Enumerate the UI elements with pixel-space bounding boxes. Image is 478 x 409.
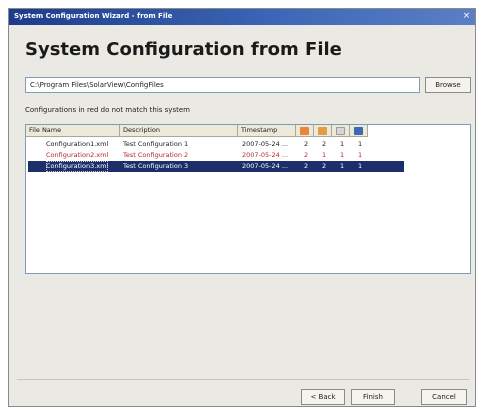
gray-sensor-icon (336, 127, 345, 135)
blue-display-icon (354, 127, 363, 135)
close-icon[interactable]: × (461, 11, 472, 22)
cell-timestamp: 2007-05-24 ... (242, 151, 289, 159)
configurations-table[interactable]: File Name Description Timestamp Configur… (25, 124, 471, 274)
cell-description: Test Configuration 2 (123, 151, 189, 159)
cell-count-3: 1 (340, 140, 345, 148)
cell-file-name: Configuration2.xml (46, 151, 109, 159)
column-header-icon-3[interactable] (332, 125, 350, 137)
table-row-selected[interactable]: Configuration3.xml Test Configuration 3 … (28, 161, 404, 172)
table-header: File Name Description Timestamp (26, 125, 406, 137)
cell-count-4: 1 (358, 162, 363, 170)
config-path-input[interactable]: C:\Program Files\SolarView\ConfigFiles (25, 77, 420, 93)
column-header-icon-4[interactable] (350, 125, 368, 137)
column-header-icon-2[interactable] (314, 125, 332, 137)
title-bar[interactable]: System Configuration Wizard - from File … (9, 9, 475, 25)
page-title: System Configuration from File (25, 39, 342, 60)
cell-count-4: 1 (358, 140, 363, 148)
column-header-description[interactable]: Description (120, 125, 238, 137)
cell-description: Test Configuration 3 (123, 162, 189, 170)
cell-count-2: 2 (322, 162, 327, 170)
table-row[interactable]: Configuration1.xml Test Configuration 1 … (28, 139, 404, 150)
cell-count-4: 1 (358, 151, 363, 159)
cell-count-1: 2 (304, 162, 309, 170)
orange-device-icon (300, 127, 309, 135)
cell-count-3: 1 (340, 151, 345, 159)
column-header-icon-1[interactable] (296, 125, 314, 137)
column-header-timestamp[interactable]: Timestamp (238, 125, 296, 137)
table-row[interactable]: Configuration2.xml Test Configuration 2 … (28, 150, 404, 161)
cell-count-1: 2 (304, 140, 309, 148)
finish-button[interactable]: Finish (351, 389, 395, 405)
cancel-button[interactable]: Cancel (421, 389, 467, 405)
back-button[interactable]: < Back (301, 389, 345, 405)
window-title: System Configuration Wizard - from File (14, 12, 173, 20)
cell-count-2: 2 (322, 140, 327, 148)
column-header-file-name[interactable]: File Name (26, 125, 120, 137)
cell-count-1: 2 (304, 151, 309, 159)
cell-timestamp: 2007-05-24 ... (242, 162, 289, 170)
mismatch-note: Configurations in red do not match this … (25, 106, 190, 114)
cell-file-name: Configuration3.xml (46, 161, 109, 172)
cell-count-2: 1 (322, 151, 327, 159)
wizard-window: System Configuration Wizard - from File … (8, 8, 476, 407)
cell-file-name: Configuration1.xml (46, 140, 109, 148)
browse-button[interactable]: Browse (425, 77, 471, 93)
cell-description: Test Configuration 1 (123, 140, 189, 148)
cell-timestamp: 2007-05-24 ... (242, 140, 289, 148)
footer-divider (17, 379, 469, 380)
orange-module-icon (318, 127, 327, 135)
cell-count-3: 1 (340, 162, 345, 170)
